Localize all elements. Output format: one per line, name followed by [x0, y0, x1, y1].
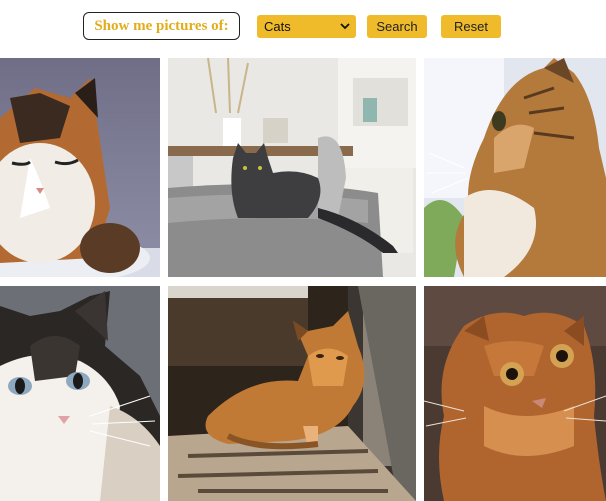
prompt-label: Show me pictures of:	[83, 12, 240, 40]
tabby-cat-profile-photo[interactable]	[424, 58, 606, 277]
search-toolbar: Show me pictures of: Cats Search Reset	[0, 0, 606, 56]
calico-cat-photo[interactable]	[0, 58, 160, 277]
category-select-value: Cats	[264, 19, 291, 34]
chevron-down-icon	[340, 23, 350, 30]
fluffy-cat-blue-eyes-photo[interactable]	[0, 286, 160, 501]
gray-cat-on-sofa-photo[interactable]	[168, 58, 416, 277]
search-button[interactable]: Search	[367, 15, 427, 38]
category-select[interactable]: Cats	[257, 15, 356, 38]
reset-button[interactable]: Reset	[441, 15, 501, 38]
orange-cat-in-sunlight-photo[interactable]	[168, 286, 416, 501]
ginger-fold-cat-photo[interactable]	[424, 286, 606, 501]
